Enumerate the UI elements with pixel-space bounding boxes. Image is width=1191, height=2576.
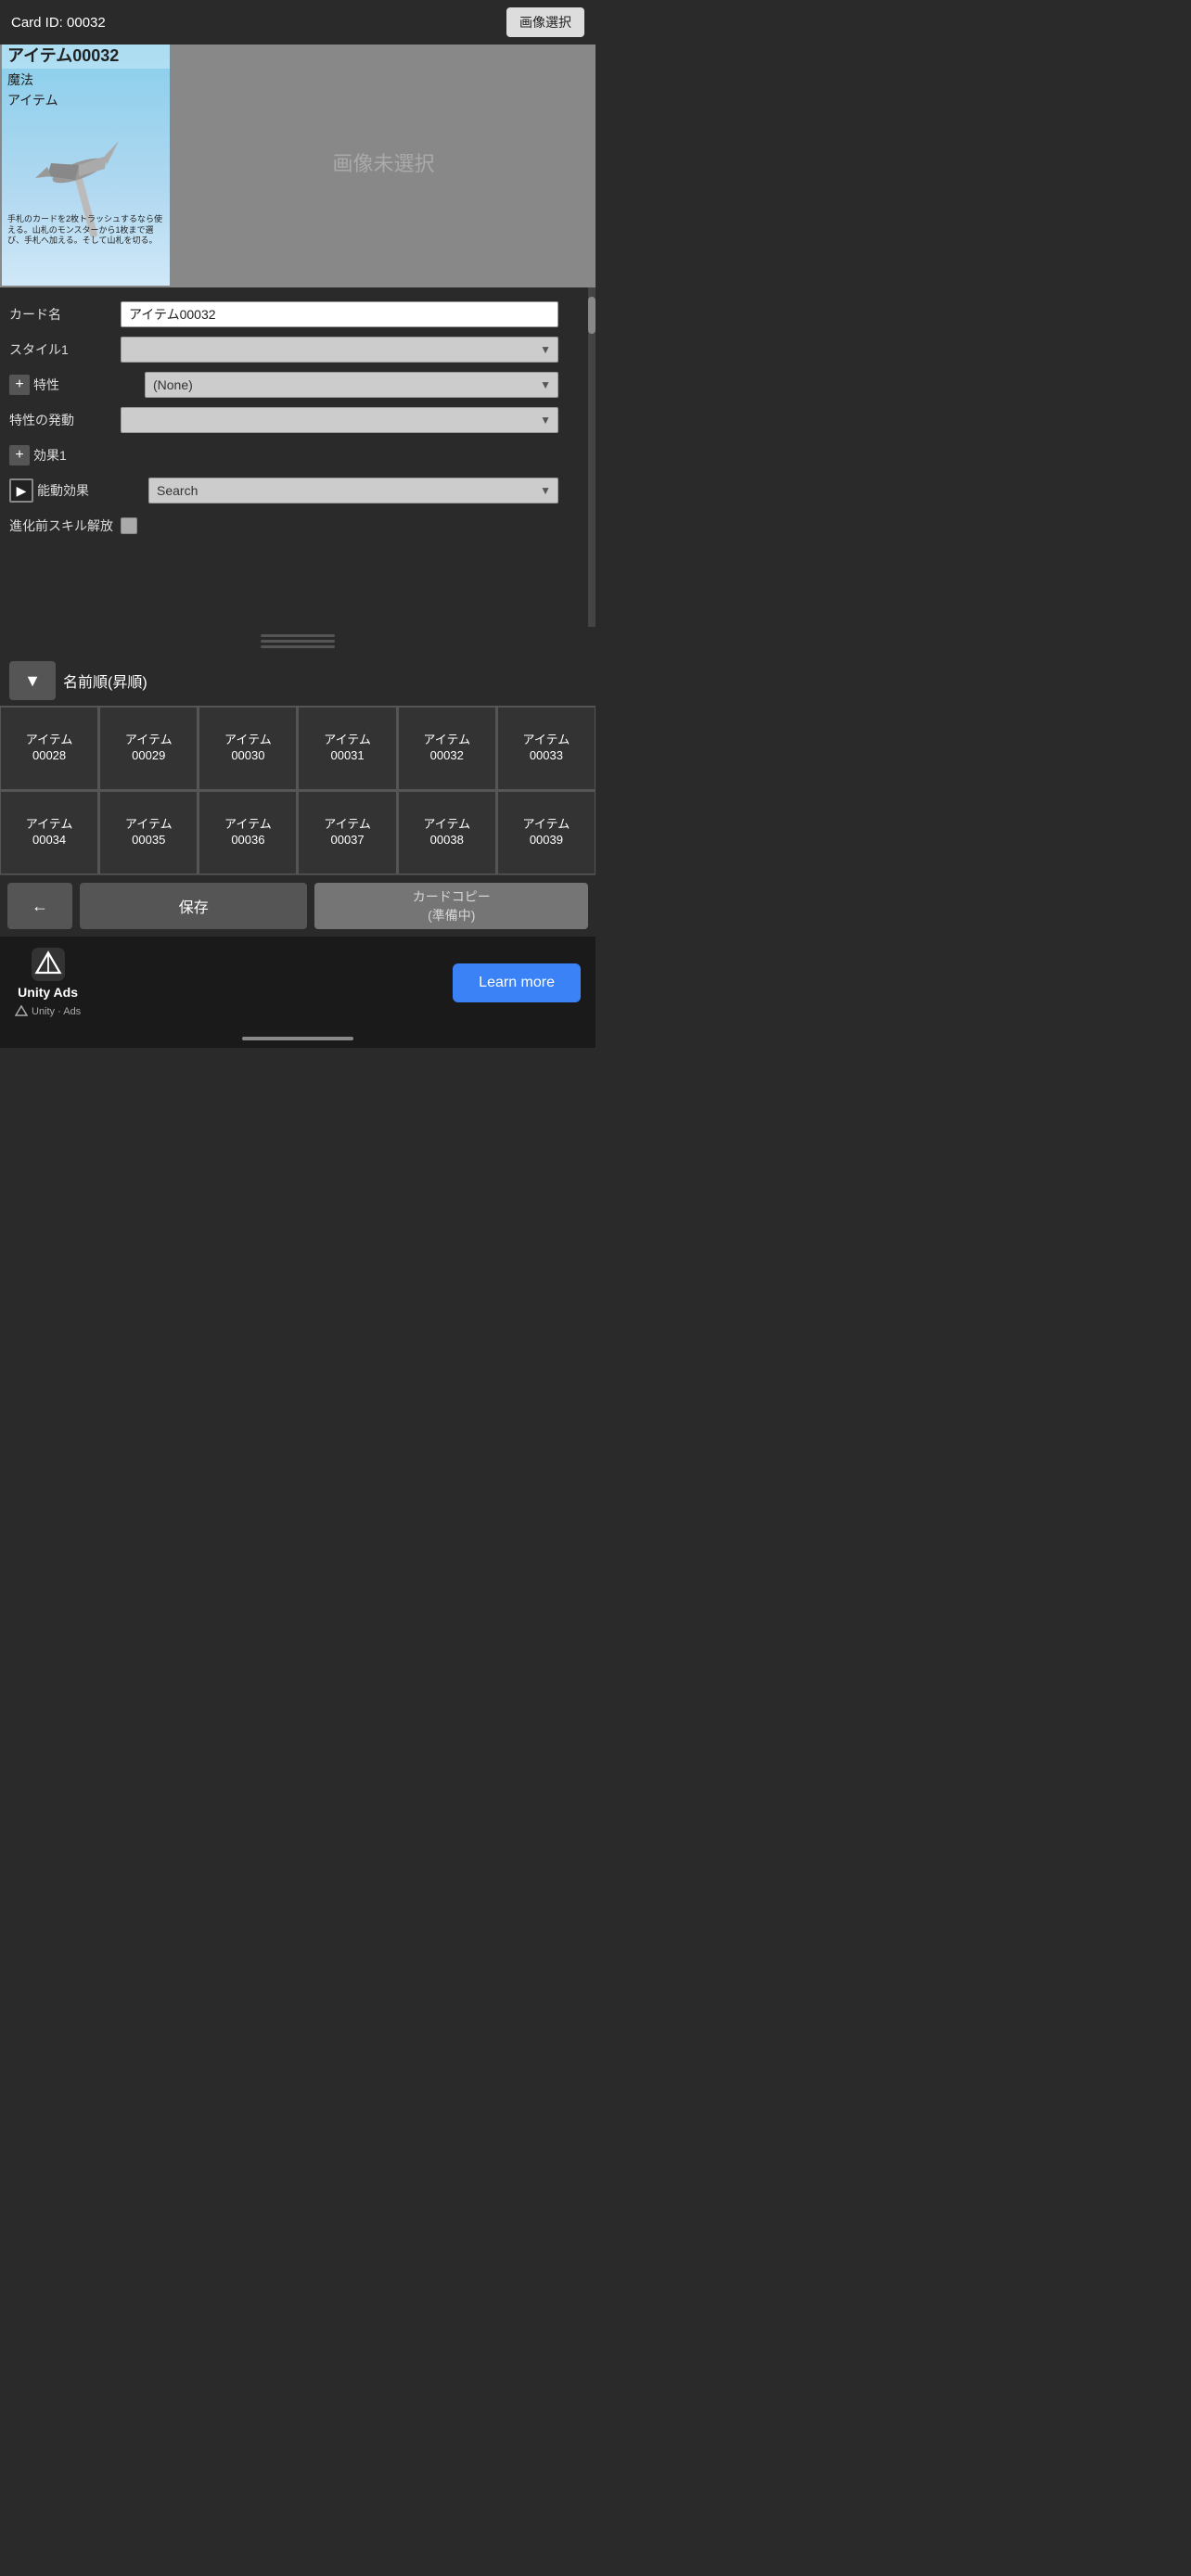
play-button-nodo[interactable]: ▶ [9,478,33,503]
select-wrapper-style1: ▼ [121,337,558,363]
grid-card-00032[interactable]: アイテム00032 [398,707,496,790]
grid-card-00030[interactable]: アイテム00030 [198,707,297,790]
grid-card-00038[interactable]: アイテム00038 [398,791,496,874]
form-row-tokusei: + 特性 (None) ▼ [0,367,596,402]
select-wrapper-nodo: Search ▼ [148,478,558,504]
select-wrapper-hatsudo: ▼ [121,407,558,433]
grid-card-00028[interactable]: アイテム00028 [0,707,98,790]
unity-logo-icon [32,948,65,981]
back-button[interactable]: ← [7,883,72,929]
card-type1: 魔法 [2,69,170,91]
label-cardname: カード名 [9,305,121,324]
label-shinkamae: 進化前スキル解放 [9,516,121,535]
divider-line-3 [261,645,335,648]
ad-banner: Unity Ads Unity · Ads Learn more [0,937,596,1029]
form-empty-area [0,543,596,618]
form-row-nodo-koka: ▶ 能動効果 Search ▼ [0,473,596,508]
grid-card-00039[interactable]: アイテム00039 [497,791,596,874]
grid-card-00036[interactable]: アイテム00036 [198,791,297,874]
bottom-buttons: ← 保存 カードコピー(準備中) [0,874,596,937]
sort-label: 名前順(昇順) [63,670,147,692]
label-style1: スタイル1 [9,340,121,359]
sort-bar: ▼ 名前順(昇順) [0,656,596,706]
learn-more-button[interactable]: Learn more [453,963,581,1002]
card-id-bar: Card ID: 00032 画像選択 [0,0,596,45]
grid-card-00033[interactable]: アイテム00033 [497,707,596,790]
plus-button-tokusei[interactable]: + [9,375,30,395]
unity-logo-area: Unity Ads Unity · Ads [15,948,81,1018]
grid-card-00035[interactable]: アイテム00035 [99,791,198,874]
form-row-style1: スタイル1 ▼ [0,332,596,367]
unity-small-icon [15,1005,28,1018]
divider-line-2 [261,640,335,643]
label-koka1: 効果1 [33,446,145,465]
input-cardname[interactable] [121,301,558,327]
divider-line-1 [261,634,335,637]
card-type2: アイテム [2,91,170,113]
no-image-panel: 画像未選択 [172,37,596,287]
grid-card-00037[interactable]: アイテム00037 [298,791,396,874]
divider-lines [261,634,335,648]
card-id-label: Card ID: 00032 [11,15,106,31]
form-row-shinkamae: 進化前スキル解放 [0,508,596,543]
card-description: 手札のカードを2枚トラッシュするなら使える。山札のモンスターから1枚まで選び、手… [2,212,170,249]
card-preview: アイテム00032 魔法 アイテム 手札のカードを2枚トラッシュするなら使える。… [0,37,172,287]
save-button[interactable]: 保存 [80,883,307,929]
select-tokusei[interactable]: (None) [145,372,558,398]
home-bar [242,1037,353,1040]
plus-button-koka1[interactable]: + [9,445,30,465]
image-select-button[interactable]: 画像選択 [506,7,584,37]
unity-small-logo: Unity · Ads [15,1005,81,1018]
form-row-tokusei-hatsudo: 特性の発動 ▼ [0,402,596,438]
unity-ads-small-text: Unity · Ads [32,1006,81,1017]
label-tokusei: 特性 [33,376,145,394]
scrollbar-thumb[interactable] [588,297,596,334]
grid-card-00034[interactable]: アイテム00034 [0,791,98,874]
label-tokusei-hatsudo: 特性の発動 [9,411,121,429]
unity-ads-label: Unity Ads [18,985,78,1000]
select-hatsudo[interactable] [121,407,558,433]
checkbox-shinkamae[interactable] [121,517,137,534]
select-wrapper-tokusei: (None) ▼ [145,372,558,398]
card-grid: アイテム00028 アイテム00029 アイテム00030 アイテム00031 … [0,706,596,874]
label-nodo-koka: 能動効果 [37,481,148,500]
card-top-section: Card ID: 00032 画像選択 アイテム00032 魔法 アイテム 手札… [0,0,596,287]
no-image-text: 画像未選択 [332,147,434,177]
grid-card-00029[interactable]: アイテム00029 [99,707,198,790]
select-nodo-koka[interactable]: Search [148,478,558,504]
form-section: カード名 スタイル1 ▼ + 特性 (None) ▼ 特性の発動 ▼ [0,287,596,627]
scrollbar-track[interactable] [588,287,596,627]
home-indicator [0,1029,596,1048]
copy-button[interactable]: カードコピー(準備中) [314,883,588,929]
sort-dropdown-button[interactable]: ▼ [9,661,56,700]
divider-handle[interactable] [0,627,596,656]
select-style1[interactable] [121,337,558,363]
form-row-koka1: + 効果1 [0,438,596,473]
form-row-cardname: カード名 [0,297,596,332]
grid-card-00031[interactable]: アイテム00031 [298,707,396,790]
